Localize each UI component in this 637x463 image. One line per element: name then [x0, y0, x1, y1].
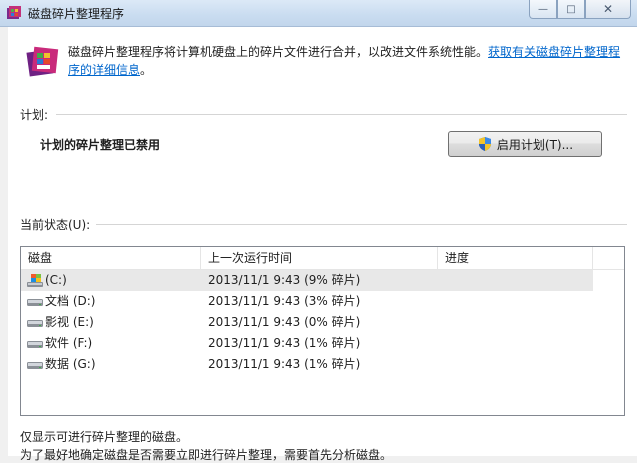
window-title: 磁盘碎片整理程序 [28, 7, 125, 21]
enable-schedule-button[interactable]: 启用计划(T)... [448, 131, 602, 157]
disk-name: 数据 (G:) [45, 357, 96, 371]
defrag-app-icon [7, 6, 21, 19]
minimize-icon: — [538, 3, 548, 15]
disk-row-d[interactable]: 文档 (D:) 2013/11/1 9:43 (3% 碎片) [21, 291, 624, 312]
maximize-button[interactable]: □ [557, 0, 585, 19]
column-header-disk[interactable]: 磁盘 [21, 247, 201, 269]
drive-icon [27, 299, 43, 306]
title-bar: 磁盘碎片整理程序 — □ ✕ [0, 0, 637, 27]
window-controls: — □ ✕ [529, 0, 631, 19]
header-description: 磁盘碎片整理程序将计算机硬盘上的碎片文件进行合并，以改进文件系统性能。获取有关磁… [68, 43, 628, 79]
last-run-time: 2013/11/1 9:43 (3% 碎片) [208, 294, 361, 308]
last-run-time: 2013/11/1 9:43 (0% 碎片) [208, 315, 361, 329]
close-icon: ✕ [602, 2, 614, 16]
drive-icon [27, 362, 43, 369]
minimize-button[interactable]: — [529, 0, 557, 19]
enable-schedule-label: 启用计划(T)... [496, 137, 574, 152]
disk-row-e[interactable]: 影视 (E:) 2013/11/1 9:43 (0% 碎片) [21, 312, 624, 333]
last-run-time: 2013/11/1 9:43 (1% 碎片) [208, 357, 361, 371]
drive-icon [27, 320, 43, 327]
last-run-time: 2013/11/1 9:43 (1% 碎片) [208, 336, 361, 350]
uac-shield-icon [478, 137, 491, 151]
last-run-time: 2013/11/1 9:43 (9% 碎片) [208, 273, 361, 287]
footer-note-1: 仅显示可进行碎片整理的磁盘。 [20, 430, 189, 444]
schedule-divider [56, 114, 627, 115]
description-text: 磁盘碎片整理程序将计算机硬盘上的碎片文件进行合并，以改进文件系统性能。 [68, 45, 489, 59]
defrag-header-icon [26, 46, 59, 77]
footer-note-2: 为了最好地确定磁盘是否需要立即进行碎片整理，需要首先分析磁盘。 [20, 448, 393, 462]
column-header-progress[interactable]: 进度 [438, 247, 593, 269]
disk-name: 软件 (F:) [45, 336, 93, 350]
link-suffix: 。 [140, 63, 153, 77]
disk-row-g[interactable]: 数据 (G:) 2013/11/1 9:43 (1% 碎片) [21, 354, 624, 375]
schedule-label: 计划: [20, 108, 49, 122]
disk-name: 文档 (D:) [45, 294, 96, 308]
status-divider [96, 224, 627, 225]
current-status-label: 当前状态(U): [20, 218, 91, 232]
disk-row-c[interactable]: (C:) 2013/11/1 9:43 (9% 碎片) [21, 270, 624, 291]
close-button[interactable]: ✕ [585, 0, 631, 19]
disk-list-header: 磁盘 上一次运行时间 进度 [21, 247, 624, 270]
column-header-last-run[interactable]: 上一次运行时间 [201, 247, 438, 269]
disk-list[interactable]: 磁盘 上一次运行时间 进度 (C:) 2013/11/1 9:43 (9% 碎片… [20, 246, 625, 416]
main-content: 磁盘碎片整理程序将计算机硬盘上的碎片文件进行合并，以改进文件系统性能。获取有关磁… [8, 27, 637, 462]
disk-name: (C:) [45, 273, 67, 287]
schedule-status: 计划的碎片整理已禁用 [40, 138, 161, 152]
drive-icon [27, 341, 43, 348]
system-drive-icon [27, 274, 43, 287]
disk-name: 影视 (E:) [45, 315, 94, 329]
maximize-icon: □ [566, 3, 576, 15]
disk-row-f[interactable]: 软件 (F:) 2013/11/1 9:43 (1% 碎片) [21, 333, 624, 354]
